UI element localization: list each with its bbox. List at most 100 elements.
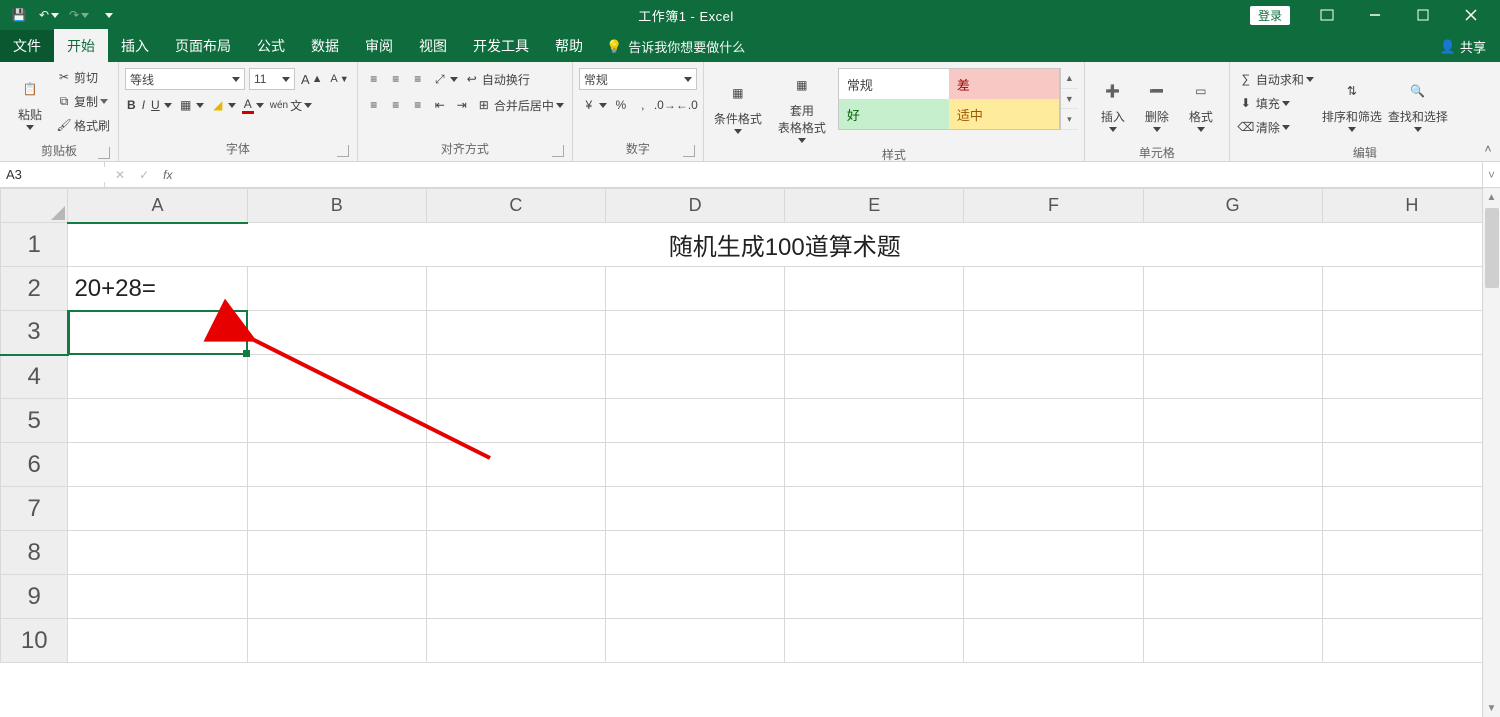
cell-styles-more[interactable]: ▲▼▾ bbox=[1060, 68, 1078, 130]
login-button[interactable]: 登录 bbox=[1250, 6, 1290, 25]
cell[interactable] bbox=[785, 575, 964, 619]
dialog-launcher[interactable] bbox=[337, 145, 349, 157]
cell-style-neutral[interactable]: 适中 bbox=[949, 99, 1059, 129]
align-middle-button[interactable]: ≡ bbox=[386, 68, 406, 90]
cell[interactable] bbox=[1143, 531, 1322, 575]
row-header-10[interactable]: 10 bbox=[1, 619, 68, 663]
dialog-launcher[interactable] bbox=[98, 147, 110, 159]
copy-button[interactable]: ⧉复制 bbox=[54, 90, 112, 112]
underline-button[interactable]: U bbox=[149, 94, 174, 116]
cell[interactable] bbox=[1143, 487, 1322, 531]
autosum-button[interactable]: ∑自动求和 bbox=[1236, 68, 1316, 90]
fill-color-button[interactable]: ◢ bbox=[208, 94, 238, 116]
cell[interactable] bbox=[785, 619, 964, 663]
cell[interactable] bbox=[426, 399, 605, 443]
cell-b3[interactable] bbox=[247, 311, 426, 355]
col-header-b[interactable]: B bbox=[247, 189, 426, 223]
col-header-c[interactable]: C bbox=[426, 189, 605, 223]
col-header-a[interactable]: A bbox=[68, 189, 247, 223]
cell[interactable] bbox=[1322, 575, 1482, 619]
col-header-e[interactable]: E bbox=[785, 189, 964, 223]
cell[interactable] bbox=[1143, 619, 1322, 663]
vertical-scrollbar[interactable]: ▲ ▼ bbox=[1482, 188, 1500, 717]
insert-cells-button[interactable]: ➕插入 bbox=[1091, 66, 1135, 142]
phonetic-button[interactable]: wén文 bbox=[268, 94, 314, 116]
increase-font-button[interactable]: A▲ bbox=[299, 68, 324, 90]
cell-f2[interactable] bbox=[964, 267, 1143, 311]
cell[interactable] bbox=[247, 399, 426, 443]
cell[interactable] bbox=[606, 487, 785, 531]
tab-home[interactable]: 开始 bbox=[54, 29, 108, 62]
cell[interactable] bbox=[68, 487, 247, 531]
row-header-9[interactable]: 9 bbox=[1, 575, 68, 619]
tab-help[interactable]: 帮助 bbox=[542, 30, 596, 62]
tab-file[interactable]: 文件 bbox=[0, 30, 54, 62]
tab-data[interactable]: 数据 bbox=[298, 30, 352, 62]
cell[interactable] bbox=[247, 575, 426, 619]
font-name-select[interactable]: 等线 bbox=[125, 68, 245, 90]
cell[interactable] bbox=[426, 531, 605, 575]
collapse-ribbon-button[interactable]: ˄ bbox=[1480, 141, 1496, 157]
border-button[interactable]: ▦ bbox=[176, 94, 206, 116]
tab-developer[interactable]: 开发工具 bbox=[460, 30, 542, 62]
wrap-text-button[interactable]: ↩自动换行 bbox=[462, 68, 532, 90]
cell[interactable] bbox=[247, 531, 426, 575]
cell[interactable] bbox=[68, 575, 247, 619]
decrease-font-button[interactable]: A▼ bbox=[328, 68, 350, 90]
tab-view[interactable]: 视图 bbox=[406, 30, 460, 62]
orientation-button[interactable]: ⤢ bbox=[430, 68, 460, 90]
number-format-select[interactable]: 常规 bbox=[579, 68, 697, 90]
align-top-button[interactable]: ≡ bbox=[364, 68, 384, 90]
scroll-up-button[interactable]: ▲ bbox=[1483, 188, 1500, 206]
row-header-4[interactable]: 4 bbox=[1, 355, 68, 399]
cell-d2[interactable] bbox=[606, 267, 785, 311]
row-header-7[interactable]: 7 bbox=[1, 487, 68, 531]
dialog-launcher[interactable] bbox=[552, 145, 564, 157]
name-box[interactable] bbox=[0, 162, 105, 187]
col-header-d[interactable]: D bbox=[606, 189, 785, 223]
cell[interactable] bbox=[426, 443, 605, 487]
dialog-launcher[interactable] bbox=[683, 145, 695, 157]
cell[interactable] bbox=[68, 399, 247, 443]
expand-formula-bar-button[interactable]: ˅ bbox=[1482, 162, 1500, 187]
tab-review[interactable]: 审阅 bbox=[352, 30, 406, 62]
align-right-button[interactable]: ≡ bbox=[408, 94, 428, 116]
cell[interactable] bbox=[1322, 531, 1482, 575]
cell[interactable] bbox=[606, 575, 785, 619]
cell[interactable] bbox=[964, 531, 1143, 575]
insert-function-button[interactable]: fx bbox=[163, 168, 172, 182]
align-center-button[interactable]: ≡ bbox=[386, 94, 406, 116]
cell[interactable] bbox=[964, 575, 1143, 619]
cell[interactable] bbox=[247, 487, 426, 531]
scroll-down-button[interactable]: ▼ bbox=[1483, 699, 1500, 717]
bold-button[interactable]: B bbox=[125, 94, 138, 116]
format-as-table-button[interactable]: ▦ 套用 表格格式 bbox=[772, 68, 832, 144]
format-painter-button[interactable]: 🖌格式刷 bbox=[54, 114, 112, 136]
cell[interactable] bbox=[606, 399, 785, 443]
cell[interactable] bbox=[426, 487, 605, 531]
cell-f3[interactable] bbox=[964, 311, 1143, 355]
font-size-select[interactable]: 11 bbox=[249, 68, 295, 90]
row-header-2[interactable]: 2 bbox=[1, 267, 68, 311]
cell[interactable] bbox=[1143, 399, 1322, 443]
cell[interactable] bbox=[1322, 355, 1482, 399]
cell-d3[interactable] bbox=[606, 311, 785, 355]
qat-redo-button[interactable]: ↷ bbox=[66, 2, 92, 28]
cell-e2[interactable] bbox=[785, 267, 964, 311]
cell[interactable] bbox=[1322, 399, 1482, 443]
cell[interactable] bbox=[785, 399, 964, 443]
row-header-8[interactable]: 8 bbox=[1, 531, 68, 575]
cell-style-good[interactable]: 好 bbox=[839, 99, 949, 129]
cell[interactable] bbox=[1322, 443, 1482, 487]
row-header-3[interactable]: 3 bbox=[1, 311, 68, 355]
cell[interactable] bbox=[1143, 443, 1322, 487]
col-header-g[interactable]: G bbox=[1143, 189, 1322, 223]
cell[interactable] bbox=[785, 531, 964, 575]
cell-h2[interactable] bbox=[1322, 267, 1482, 311]
tab-formulas[interactable]: 公式 bbox=[244, 30, 298, 62]
scroll-thumb[interactable] bbox=[1485, 208, 1499, 288]
col-header-f[interactable]: F bbox=[964, 189, 1143, 223]
cell-e3[interactable] bbox=[785, 311, 964, 355]
decrease-indent-button[interactable]: ⇤ bbox=[430, 94, 450, 116]
cell[interactable] bbox=[68, 531, 247, 575]
